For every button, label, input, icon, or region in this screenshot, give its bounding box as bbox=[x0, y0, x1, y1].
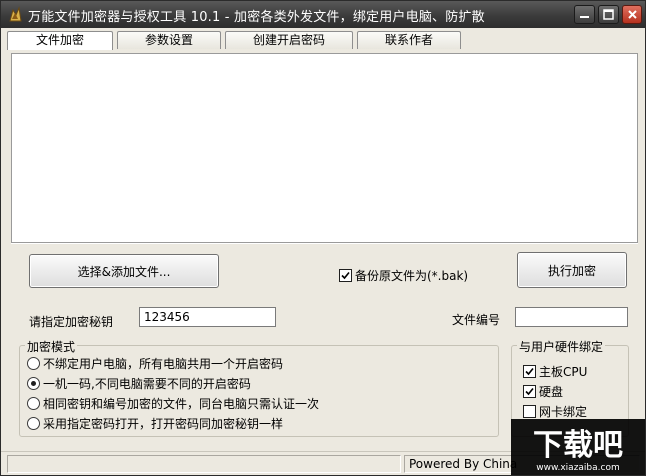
option-label: 相同密钥和编号加密的文件，同台电脑只需认证一次 bbox=[43, 397, 320, 411]
app-icon bbox=[9, 6, 22, 22]
checkbox-box[interactable] bbox=[523, 385, 536, 398]
bind-network-card-checkbox[interactable]: 网卡绑定 bbox=[523, 403, 587, 420]
close-button[interactable] bbox=[622, 5, 642, 24]
file-number-label: 文件编号 bbox=[452, 313, 501, 327]
tab-file-encrypt[interactable]: 文件加密 bbox=[7, 31, 113, 50]
main-window: 万能文件加密器与授权工具 10.1 - 加密各类外发文件，绑定用户电脑、防扩散 … bbox=[0, 0, 646, 476]
radio-button[interactable] bbox=[27, 357, 40, 370]
bind-hard-disk-checkbox[interactable]: 硬盘 bbox=[523, 383, 563, 400]
button-label: 选择&添加文件... bbox=[77, 264, 171, 279]
execute-encrypt-button[interactable]: 执行加密 bbox=[517, 252, 627, 288]
file-list-area[interactable] bbox=[11, 53, 638, 243]
checkbox-box[interactable] bbox=[523, 365, 536, 378]
tab-label: 创建开启密码 bbox=[252, 33, 325, 47]
tab-label: 参数设置 bbox=[144, 33, 193, 47]
bind-motherboard-cpu-checkbox[interactable]: 主板CPU bbox=[523, 363, 587, 380]
checkbox-box[interactable] bbox=[523, 405, 536, 418]
radio-button[interactable] bbox=[27, 377, 40, 390]
tab-label: 文件加密 bbox=[35, 33, 84, 47]
maximize-icon bbox=[603, 9, 614, 20]
check-icon bbox=[341, 271, 350, 280]
window-title: 万能文件加密器与授权工具 10.1 - 加密各类外发文件，绑定用户电脑、防扩散 bbox=[28, 10, 485, 25]
group-title: 与用户硬件绑定 bbox=[517, 338, 606, 355]
key-label: 请指定加密秘钥 bbox=[29, 315, 114, 329]
option-label: 网卡绑定 bbox=[539, 405, 588, 419]
check-icon bbox=[525, 367, 534, 376]
option-label: 硬盘 bbox=[539, 385, 564, 399]
tab-label: 联系作者 bbox=[384, 33, 433, 47]
watermark-brand: 下载吧 bbox=[533, 428, 623, 463]
select-add-files-button[interactable]: 选择&添加文件... bbox=[29, 254, 219, 288]
button-label: 执行加密 bbox=[547, 263, 596, 278]
minimize-icon bbox=[580, 16, 589, 18]
backup-checkbox[interactable]: 备份原文件为(*.bak) bbox=[339, 267, 468, 284]
tab-contact-author[interactable]: 联系作者 bbox=[357, 31, 461, 49]
check-icon bbox=[525, 387, 534, 396]
file-number-input[interactable] bbox=[515, 307, 628, 327]
title-bar[interactable]: 万能文件加密器与授权工具 10.1 - 加密各类外发文件，绑定用户电脑、防扩散 bbox=[1, 1, 645, 28]
status-cell-main bbox=[7, 455, 401, 473]
mode-option-one-machine-one-code[interactable]: 一机一码,不同电脑需要不同的开启密码 bbox=[27, 375, 251, 392]
option-label: 主板CPU bbox=[539, 365, 588, 379]
watermark-url: www.xiazaiba.com bbox=[536, 463, 620, 473]
tab-create-password[interactable]: 创建开启密码 bbox=[225, 31, 353, 49]
radio-dot bbox=[31, 381, 36, 386]
site-watermark-logo: 下载吧 www.xiazaiba.com bbox=[511, 419, 645, 475]
option-label: 不绑定用户电脑，所有电脑共用一个开启密码 bbox=[43, 357, 284, 371]
key-input[interactable]: 123456 bbox=[139, 307, 276, 327]
mode-option-authenticate-once[interactable]: 相同密钥和编号加密的文件，同台电脑只需认证一次 bbox=[27, 395, 319, 412]
mode-option-no-binding[interactable]: 不绑定用户电脑，所有电脑共用一个开启密码 bbox=[27, 355, 283, 372]
status-text: Powered By China bbox=[409, 457, 518, 471]
tab-settings[interactable]: 参数设置 bbox=[117, 31, 221, 49]
group-title: 加密模式 bbox=[25, 338, 78, 355]
minimize-button[interactable] bbox=[574, 5, 595, 24]
option-label: 一机一码,不同电脑需要不同的开启密码 bbox=[43, 377, 251, 391]
checkbox-box[interactable] bbox=[339, 269, 352, 282]
radio-button[interactable] bbox=[27, 417, 40, 430]
option-label: 采用指定密码打开，打开密码同加密秘钥一样 bbox=[43, 417, 284, 431]
close-icon bbox=[627, 10, 637, 19]
radio-button[interactable] bbox=[27, 397, 40, 410]
mode-option-specified-password[interactable]: 采用指定密码打开，打开密码同加密秘钥一样 bbox=[27, 415, 283, 432]
maximize-button[interactable] bbox=[598, 5, 619, 24]
divider bbox=[11, 243, 638, 244]
backup-label: 备份原文件为(*.bak) bbox=[355, 269, 469, 283]
